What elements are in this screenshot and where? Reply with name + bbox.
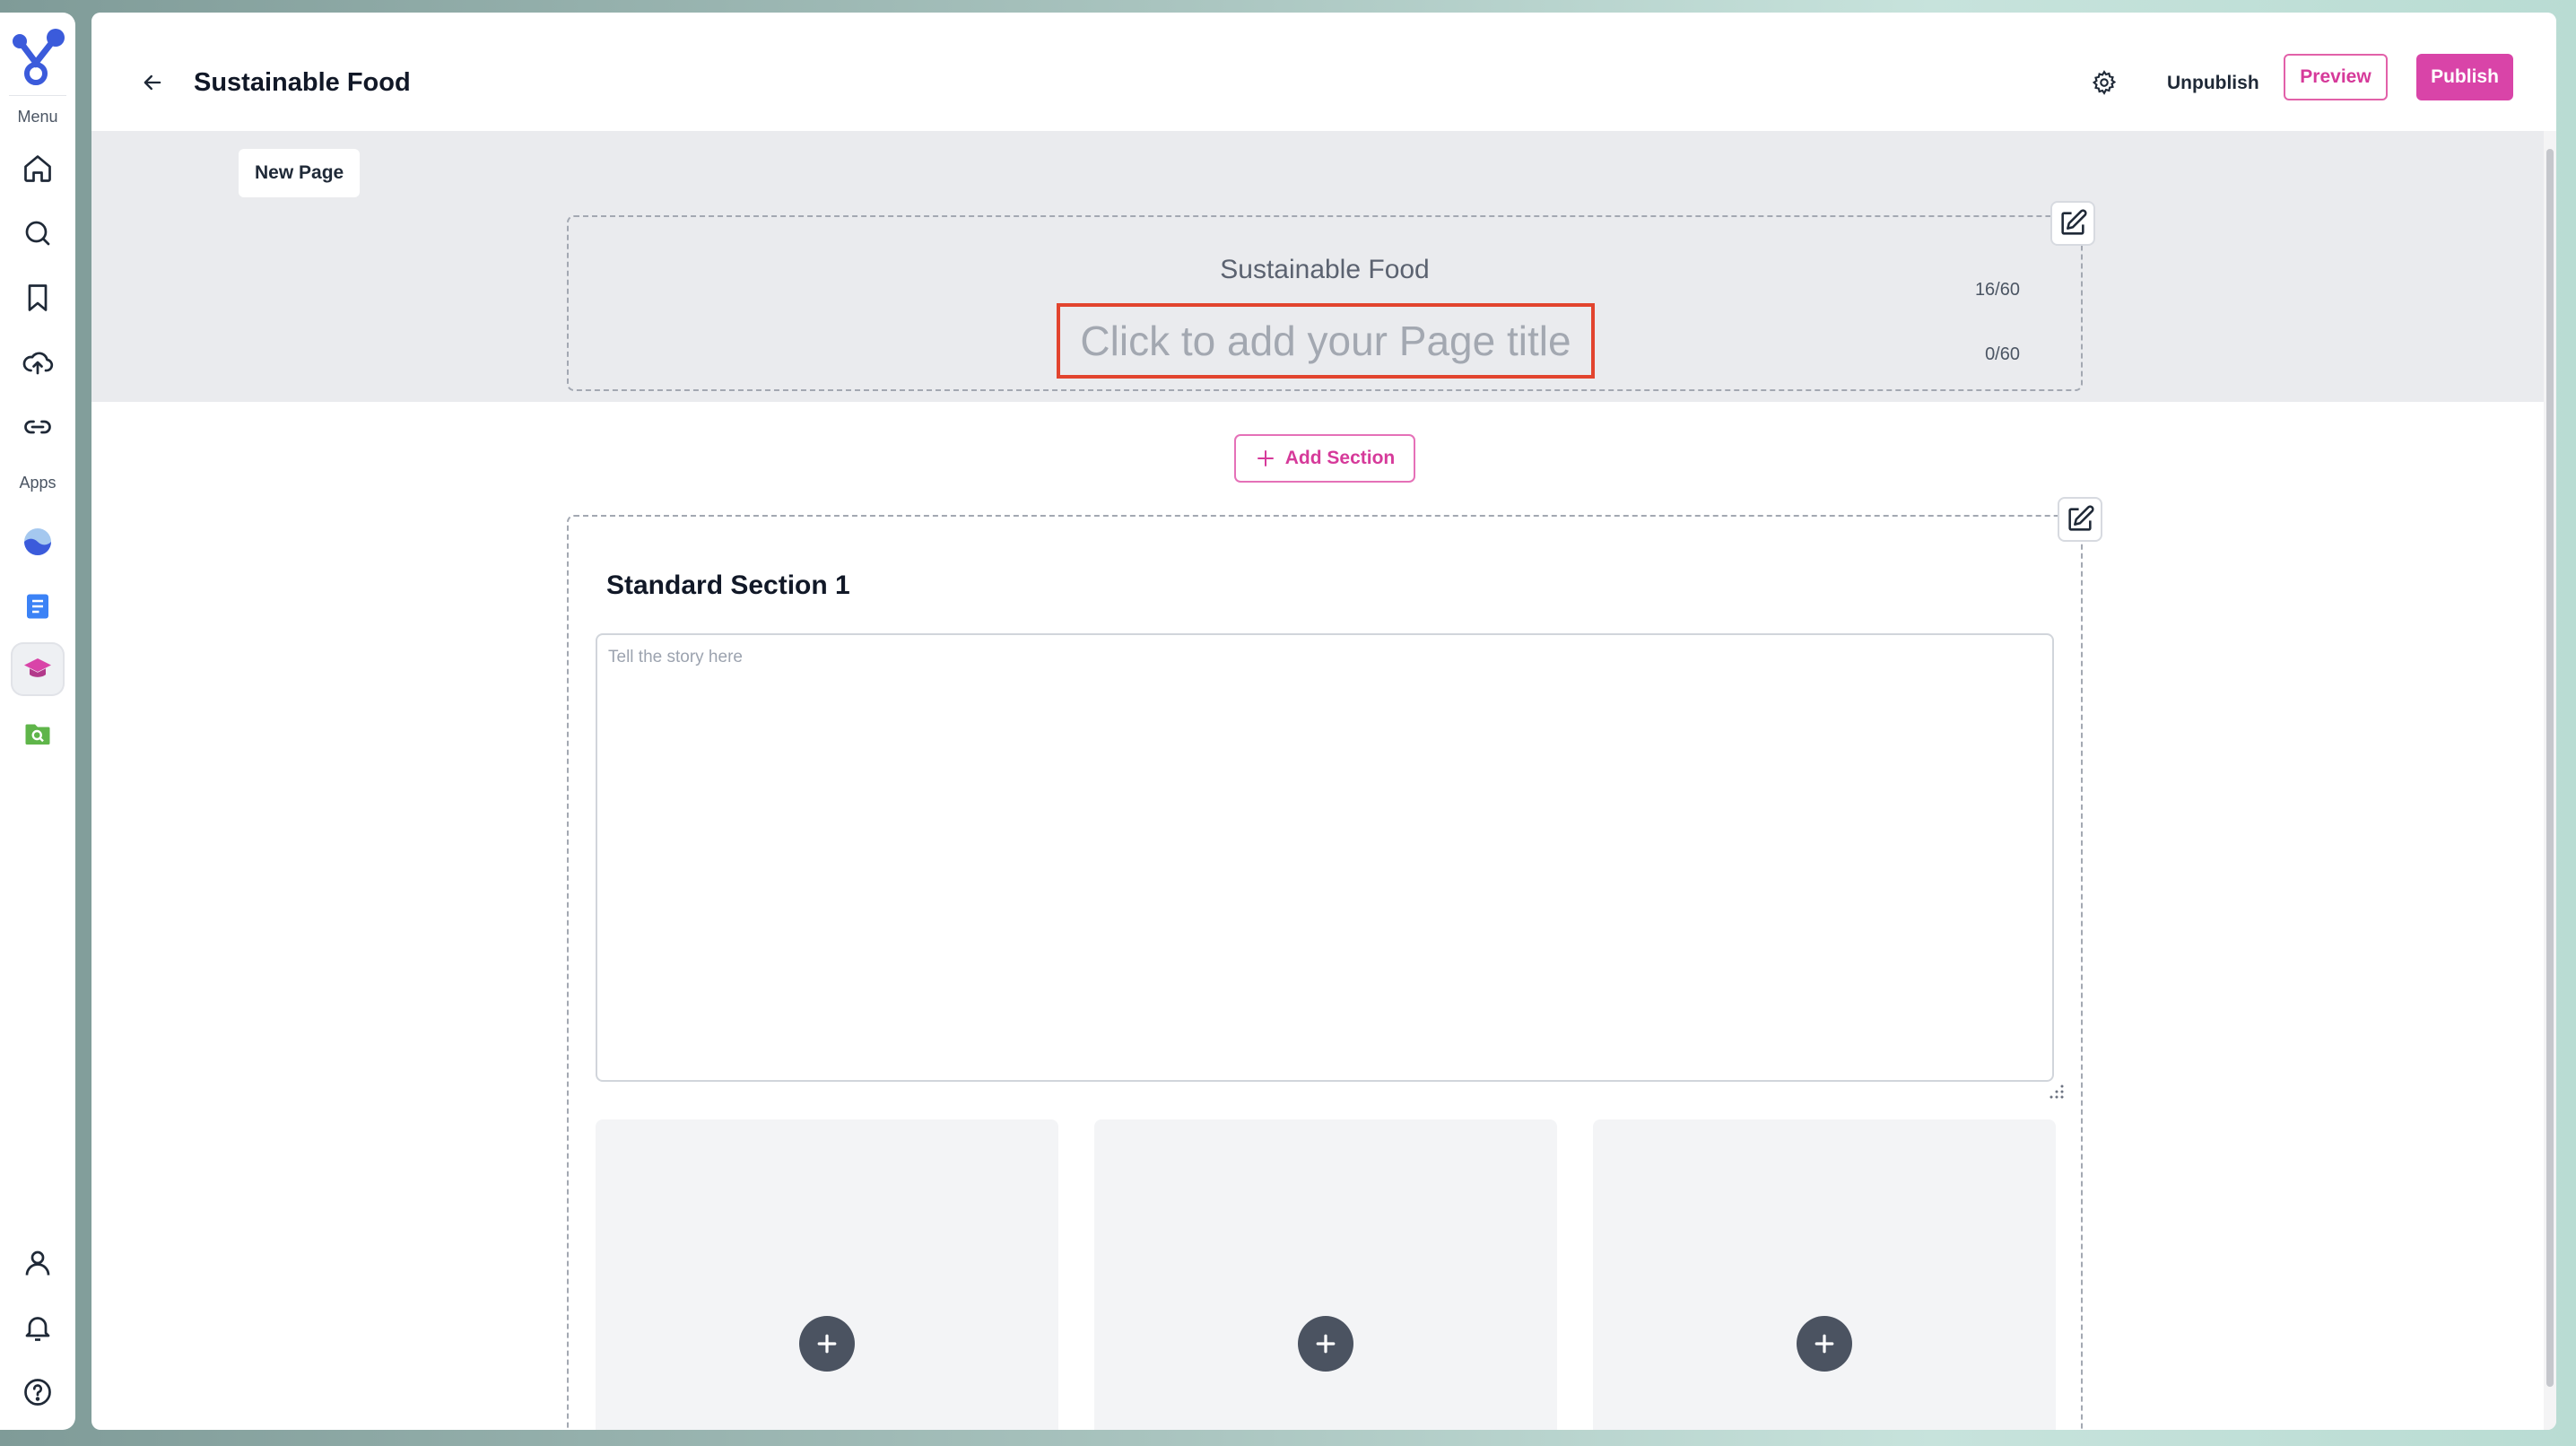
scroll-thumb[interactable] <box>2546 149 2554 1387</box>
settings-button[interactable] <box>2083 61 2126 104</box>
page-header-band: New Page Sustainable Food 16/60 0/60 <box>91 131 2549 402</box>
page-tab[interactable]: New Page <box>239 149 361 197</box>
unpublish-button[interactable]: Unpublish <box>2151 61 2276 106</box>
publish-button[interactable]: Publish <box>2416 54 2513 100</box>
rail-divider <box>9 95 66 96</box>
home-icon <box>24 155 51 182</box>
rail-notifications[interactable] <box>11 1301 65 1355</box>
wave-app-icon <box>24 528 51 555</box>
add-section-label: Add Section <box>1284 448 1396 468</box>
bookmark-icon <box>28 284 48 311</box>
plus-icon <box>817 1334 837 1354</box>
plus-icon <box>1257 450 1274 466</box>
vertical-scrollbar[interactable] <box>2544 131 2556 1430</box>
gear-icon <box>2092 70 2117 95</box>
story-textarea[interactable] <box>596 633 2054 1082</box>
rail-app-wave[interactable] <box>11 515 65 569</box>
rail-bookmarks[interactable] <box>11 271 65 325</box>
left-rail: Menu Apps <box>0 13 75 1430</box>
title-block: Sustainable Food 16/60 0/60 <box>567 201 2095 391</box>
menu-label: Menu <box>17 108 58 126</box>
page-title-input[interactable] <box>1060 307 1591 375</box>
preview-button[interactable]: Preview <box>2284 54 2388 100</box>
search-icon <box>25 221 50 246</box>
plus-icon <box>1815 1334 1834 1354</box>
media-slot <box>596 1119 1058 1430</box>
back-button[interactable] <box>133 63 172 102</box>
add-media-button[interactable] <box>1298 1316 1353 1372</box>
rail-profile[interactable] <box>11 1236 65 1290</box>
document-app-icon <box>27 594 48 619</box>
graduation-cap-app-icon <box>24 658 51 677</box>
edit-icon <box>2068 505 2094 531</box>
media-slot <box>1593 1119 2056 1430</box>
bell-icon <box>25 1317 50 1341</box>
rail-app-document[interactable] <box>11 579 65 633</box>
page-title-input-highlight <box>1057 303 1595 379</box>
resize-handle-icon[interactable] <box>2049 1084 2065 1100</box>
standard-section: Standard Section 1 <box>567 497 2102 1430</box>
subtitle-field[interactable]: Sustainable Food <box>569 255 2081 285</box>
rail-app-folder-search[interactable] <box>11 707 65 761</box>
add-media-button[interactable] <box>799 1316 855 1372</box>
plus-icon <box>1316 1334 1336 1354</box>
add-section-button[interactable]: Add Section <box>1234 434 1415 483</box>
page-title: Sustainable Food <box>194 68 411 97</box>
subtitle-counter: 16/60 <box>1974 280 2020 300</box>
user-icon <box>25 1250 50 1276</box>
top-bar: Sustainable Food Unpublish Preview Publi… <box>91 13 2556 131</box>
edit-icon <box>2061 209 2087 235</box>
rail-search[interactable] <box>11 206 65 260</box>
section-edit-button[interactable] <box>2058 497 2102 542</box>
app-logo[interactable] <box>9 23 66 88</box>
rail-home[interactable] <box>11 142 65 196</box>
logo-icon <box>13 29 65 85</box>
help-icon <box>24 1379 51 1406</box>
upload-cloud-icon <box>22 352 54 375</box>
title-counter: 0/60 <box>1985 344 2020 364</box>
apps-label: Apps <box>19 474 57 492</box>
arrow-left-icon <box>144 74 161 91</box>
rail-app-learning[interactable] <box>11 642 65 696</box>
rail-help[interactable] <box>11 1365 65 1419</box>
add-media-button[interactable] <box>1797 1316 1852 1372</box>
title-edit-button[interactable] <box>2050 201 2095 246</box>
section-title: Standard Section 1 <box>606 571 850 600</box>
rail-links[interactable] <box>11 400 65 454</box>
rail-upload[interactable] <box>11 335 65 389</box>
folder-search-app-icon <box>25 724 50 745</box>
link-icon <box>24 420 51 434</box>
media-slot <box>1094 1119 1557 1430</box>
editor-window: Sustainable Food Unpublish Preview Publi… <box>91 13 2556 1430</box>
